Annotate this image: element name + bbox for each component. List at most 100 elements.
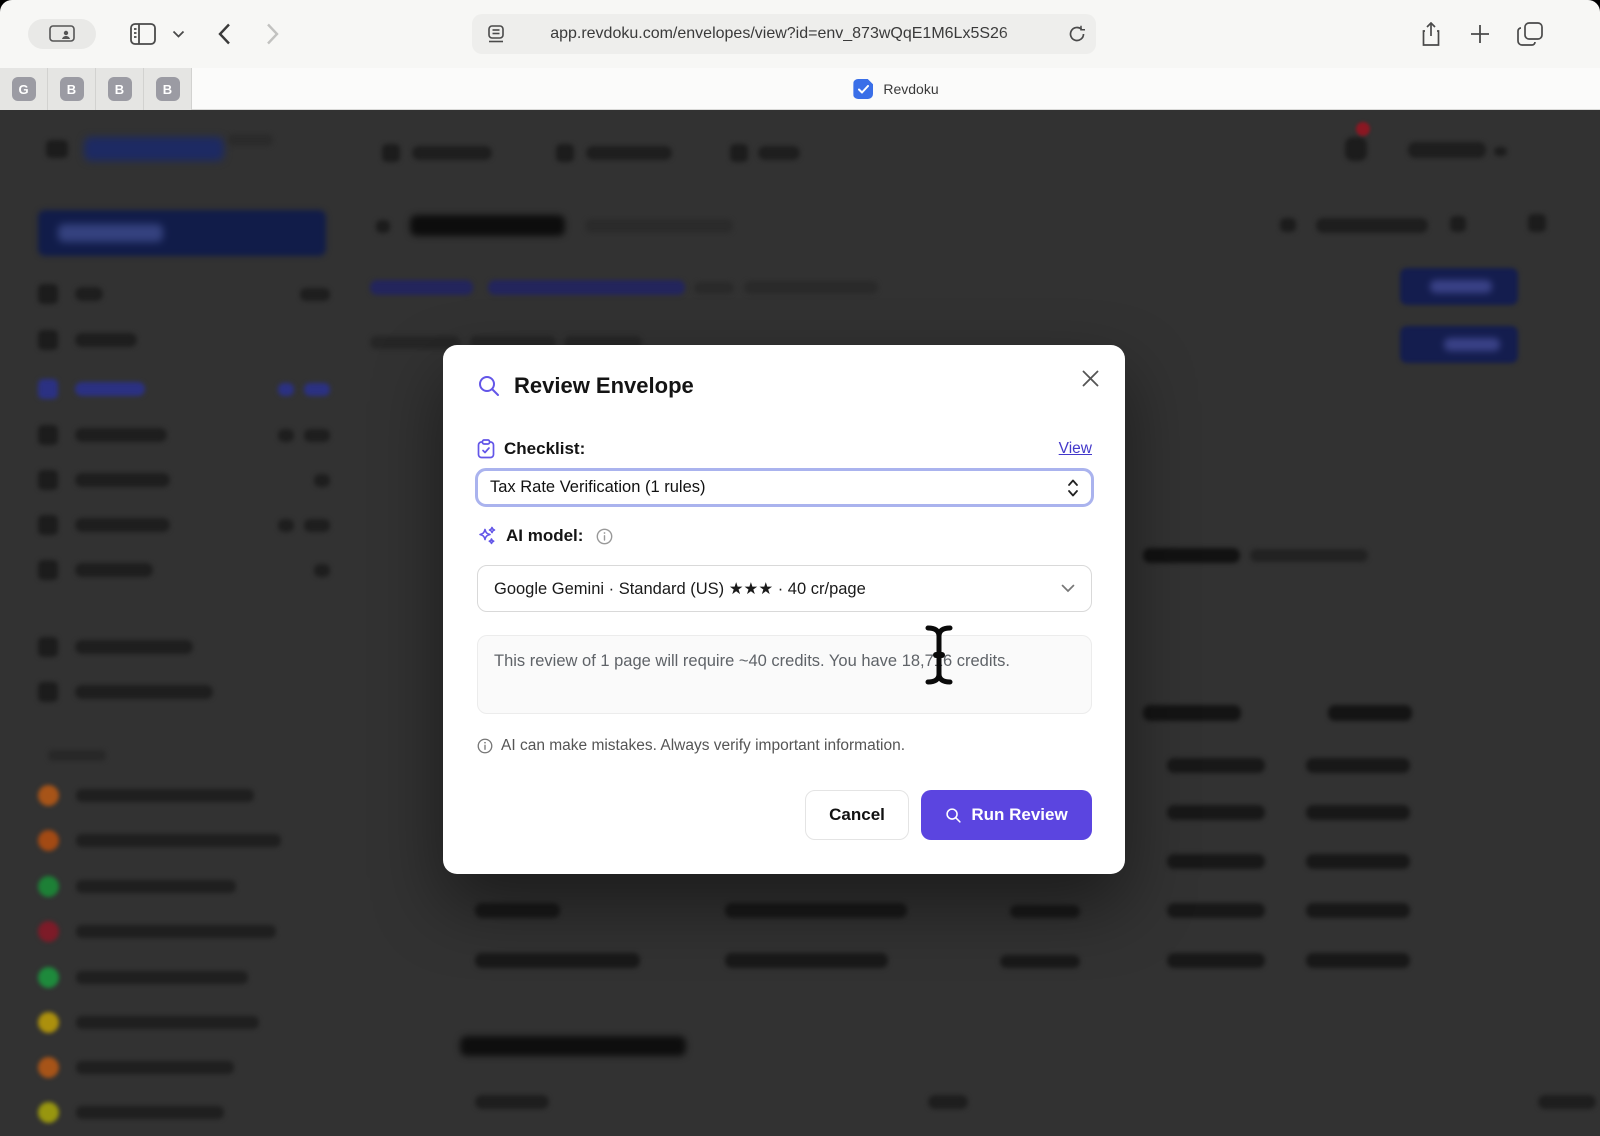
rev-nav-icon-redacted[interactable] xyxy=(1280,218,1296,232)
link-redacted[interactable] xyxy=(370,280,473,295)
label-item-redacted[interactable] xyxy=(38,823,330,857)
forward-button[interactable] xyxy=(258,20,286,48)
notification-badge xyxy=(1356,122,1370,136)
label-item-redacted[interactable] xyxy=(38,778,330,812)
nav-tab-redacted[interactable] xyxy=(412,146,492,160)
profile-name-redacted[interactable] xyxy=(1408,142,1486,158)
action-button-redacted[interactable] xyxy=(1400,268,1518,305)
browser-toolbar: app.revdoku.com/envelopes/view?id=env_87… xyxy=(0,0,1600,68)
close-icon xyxy=(1082,370,1099,387)
count-badge-redacted xyxy=(278,519,294,532)
tabs-icon xyxy=(1517,22,1543,46)
count-badge-redacted xyxy=(278,383,294,396)
sidebar-toggle-button[interactable] xyxy=(128,21,158,47)
revdoku-favicon xyxy=(853,79,873,99)
checklist-select[interactable]: Tax Rate Verification (1 rules) xyxy=(475,468,1094,507)
table-cell-redacted xyxy=(475,903,560,918)
cancel-button[interactable]: Cancel xyxy=(805,790,909,840)
pinned-tab-favicon: B xyxy=(108,77,132,101)
pinned-tab-1[interactable]: G xyxy=(0,68,48,110)
label-item-redacted[interactable] xyxy=(38,1095,330,1129)
sidebar-menu-chevron[interactable] xyxy=(170,27,186,41)
nav-tab-redacted[interactable] xyxy=(758,146,800,160)
label-item-redacted[interactable] xyxy=(38,960,330,994)
table-cell-redacted xyxy=(1306,953,1410,968)
back-button[interactable] xyxy=(210,20,238,48)
redacted-text xyxy=(76,1016,259,1029)
view-checklist-link[interactable]: View xyxy=(1059,440,1092,458)
sidebar-primary-button-redacted[interactable] xyxy=(38,210,326,256)
rev-nav-redacted xyxy=(1316,218,1428,233)
sidebar-item-redacted[interactable] xyxy=(38,553,330,587)
notifications-bell-redacted[interactable] xyxy=(1345,137,1367,161)
ai-disclaimer: AI can make mistakes. Always verify impo… xyxy=(477,737,905,755)
table-cell-redacted xyxy=(1306,758,1410,773)
sidebar-item-redacted[interactable] xyxy=(38,323,330,357)
dialog-title: Review Envelope xyxy=(514,373,694,399)
chevron-left-icon xyxy=(218,23,231,45)
sidebar-item-redacted[interactable] xyxy=(38,630,330,664)
tab-overview-button[interactable] xyxy=(1514,19,1546,49)
redacted-text xyxy=(76,1061,234,1074)
label-dot xyxy=(38,830,59,851)
pinned-tab-3[interactable]: B xyxy=(96,68,144,110)
info-icon xyxy=(477,738,493,754)
pinned-tab-2[interactable]: B xyxy=(48,68,96,110)
page-settings-icon[interactable] xyxy=(486,25,506,43)
link-redacted[interactable] xyxy=(488,280,685,295)
sidebar-item-icon xyxy=(38,284,58,304)
table-cell-redacted xyxy=(1306,903,1410,918)
table-cell-redacted xyxy=(1010,905,1080,918)
active-tab-revdoku[interactable]: Revdoku xyxy=(192,68,1600,110)
run-review-label: Run Review xyxy=(971,805,1067,825)
address-bar[interactable]: app.revdoku.com/envelopes/view?id=env_87… xyxy=(472,14,1096,54)
run-review-button[interactable]: Run Review xyxy=(921,790,1092,840)
table-cell-redacted xyxy=(1306,854,1410,869)
profile-tab-group-button[interactable] xyxy=(28,19,96,49)
count-badge-redacted xyxy=(300,288,330,301)
label-item-redacted[interactable] xyxy=(38,914,330,948)
nav-tab-redacted[interactable] xyxy=(586,146,672,160)
label-item-redacted[interactable] xyxy=(38,1005,330,1039)
action-button-redacted[interactable] xyxy=(1400,326,1518,363)
pinned-tab-4[interactable]: B xyxy=(144,68,192,110)
share-button[interactable] xyxy=(1416,19,1446,49)
checklist-selected-value: Tax Rate Verification (1 rules) xyxy=(490,478,706,497)
reload-icon xyxy=(1069,25,1086,43)
new-tab-button[interactable] xyxy=(1466,20,1494,48)
check-icon xyxy=(858,85,869,94)
label-dot xyxy=(38,967,59,988)
sidebar-item-redacted[interactable] xyxy=(38,277,330,311)
count-badge-redacted xyxy=(304,519,330,532)
label-item-redacted[interactable] xyxy=(38,869,330,903)
sidebar-item-redacted[interactable] xyxy=(38,418,330,452)
review-envelope-dialog: Review Envelope Checklist: View Tax Rate… xyxy=(443,345,1125,874)
close-button[interactable] xyxy=(1079,367,1101,389)
sidebar-item-redacted[interactable] xyxy=(38,508,330,542)
more-options-redacted[interactable] xyxy=(1528,214,1546,232)
sidebar-item-redacted[interactable] xyxy=(38,463,330,497)
sidebar-item-icon xyxy=(38,637,58,657)
redacted-text xyxy=(75,685,213,699)
label-item-redacted[interactable] xyxy=(38,1050,330,1084)
profile-chevron-redacted[interactable] xyxy=(1494,147,1507,156)
rev-nav-icon-redacted[interactable] xyxy=(1450,216,1466,232)
ai-model-select[interactable]: Google Gemini · Standard (US) ★★★ · 40 c… xyxy=(477,565,1092,612)
table-cell-redacted xyxy=(928,1095,968,1109)
info-icon[interactable] xyxy=(596,528,613,545)
table-cell-redacted xyxy=(725,903,907,918)
pinned-tab-favicon: B xyxy=(156,77,180,101)
sidebar-item-active-redacted[interactable] xyxy=(38,372,330,406)
label-dot xyxy=(38,921,59,942)
sidebar-item-redacted[interactable] xyxy=(38,675,330,709)
reload-button[interactable] xyxy=(1060,14,1094,54)
doc-chevron-redacted[interactable] xyxy=(376,220,390,233)
search-icon xyxy=(477,374,501,398)
monitor-user-icon xyxy=(49,25,75,43)
table-header-redacted xyxy=(1328,705,1412,721)
redacted-text xyxy=(1250,549,1368,562)
menu-icon[interactable] xyxy=(46,140,68,158)
chevron-right-icon xyxy=(266,23,279,45)
ai-model-row: AI model: xyxy=(477,526,1092,546)
chevron-down-icon xyxy=(172,30,185,39)
